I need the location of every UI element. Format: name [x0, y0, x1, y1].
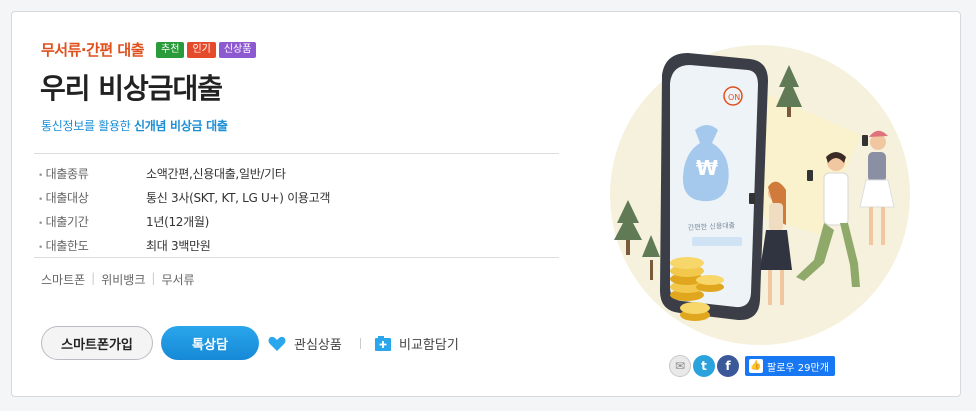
- tag-list: 스마트폰 | 위비뱅크 | 무서류: [41, 271, 195, 288]
- favorite-label: 관심상품: [294, 338, 342, 353]
- compare-button[interactable]: 비교함담기: [375, 334, 459, 353]
- twitter-share-icon[interactable]: t: [693, 355, 715, 377]
- compare-label: 비교함담기: [399, 338, 459, 353]
- social-share-bar: ✉ t f 👍 팔로우 29만개: [669, 355, 835, 377]
- info-key: 대출대상: [38, 189, 146, 206]
- tag-no-documents[interactable]: 무서류: [161, 271, 194, 288]
- facebook-share-icon[interactable]: f: [717, 355, 739, 377]
- badge-popular: 인기: [187, 41, 216, 58]
- tag-separator: |: [151, 271, 156, 285]
- category-label: 무서류·간편 대출: [41, 41, 145, 59]
- tag-separator: |: [91, 271, 96, 285]
- facebook-follow-button[interactable]: 👍 팔로우 29만개: [745, 356, 835, 376]
- product-subtitle: 통신정보를 활용한 신개념 비상금 대출: [41, 117, 228, 134]
- tag-smartphone[interactable]: 스마트폰: [41, 271, 85, 288]
- info-value: 최대 3백만원: [146, 238, 211, 253]
- divider: [34, 257, 559, 258]
- badge-recommend: 추천: [156, 41, 185, 58]
- svg-text:₩: ₩: [696, 156, 718, 180]
- info-value: 소액간편,신용대출,일반/기타: [146, 166, 286, 181]
- phone-on-label: ON: [728, 93, 740, 102]
- product-illustration: ON ₩ 간편한 신용대출: [610, 45, 910, 345]
- compare-add-icon: [375, 336, 391, 351]
- smartphone-join-button[interactable]: 스마트폰가입: [41, 326, 153, 360]
- badge-new: 신상품: [218, 41, 257, 58]
- tag-wibee-bank[interactable]: 위비뱅크: [101, 271, 145, 288]
- heart-icon: [268, 336, 286, 351]
- follow-count-label: 팔로우 29만개: [767, 362, 829, 374]
- info-key: 대출기간: [38, 213, 146, 230]
- product-card: 무서류·간편 대출 추천 인기 신상품 우리 비상금대출 통신정보를 활용한 신…: [11, 11, 961, 397]
- info-key: 대출종류: [38, 165, 146, 182]
- mail-share-icon[interactable]: ✉: [669, 355, 691, 377]
- info-row-limit: 대출한도 최대 3백만원: [38, 233, 330, 257]
- favorite-button[interactable]: 관심상품: [268, 334, 342, 353]
- category-row: 무서류·간편 대출 추천 인기 신상품: [41, 39, 257, 60]
- info-key: 대출한도: [38, 237, 146, 254]
- talk-consult-button[interactable]: 톡상담: [161, 326, 259, 360]
- subtitle-highlight: 신개념 비상금 대출: [133, 119, 228, 133]
- action-separator: [360, 338, 361, 349]
- divider: [34, 153, 559, 154]
- info-row-period: 대출기간 1년(12개월): [38, 209, 330, 233]
- thumbs-up-icon: 👍: [749, 359, 763, 373]
- info-list: 대출종류 소액간편,신용대출,일반/기타 대출대상 통신 3사(SKT, KT,…: [38, 161, 331, 257]
- info-value: 통신 3사(SKT, KT, LG U+) 이용고객: [146, 190, 331, 205]
- subtitle-prefix: 통신정보를 활용한: [41, 119, 134, 133]
- info-value: 1년(12개월): [146, 214, 209, 229]
- info-row-target: 대출대상 통신 3사(SKT, KT, LG U+) 이용고객: [38, 185, 331, 209]
- info-row-type: 대출종류 소액간편,신용대출,일반/기타: [38, 161, 330, 185]
- product-title: 우리 비상금대출: [40, 72, 223, 105]
